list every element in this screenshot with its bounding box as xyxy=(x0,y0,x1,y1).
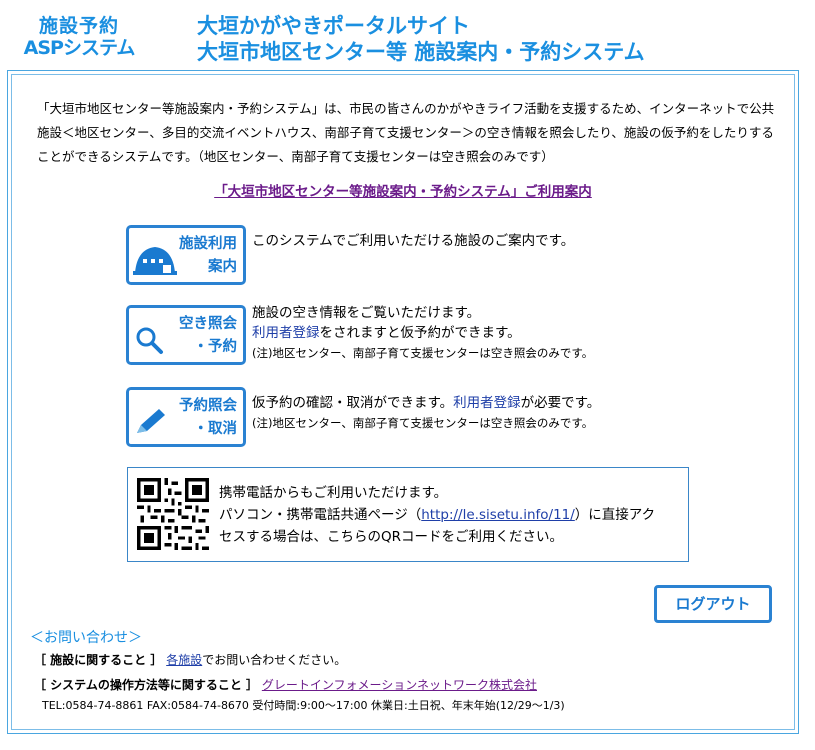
reservation-note: (注)地区センター、南部子育て支援センターは空き照会のみです。 xyxy=(252,416,594,430)
reservation-check-button[interactable]: 予約照会 ・取消 xyxy=(126,387,246,447)
magnifier-icon xyxy=(133,325,167,359)
facility-guide-desc: このシステムでご利用いただける施設のご案内です。 xyxy=(252,231,574,251)
main-frame: 「大垣市地区センター等施設案内・予約システム」は、市民の皆さんのかがやきライフ活… xyxy=(7,70,799,734)
facility-guide-label2: 案内 xyxy=(208,259,237,275)
user-registration-link[interactable]: 利用者登録 xyxy=(252,325,320,341)
availability-desc: 施設の空き情報をご覧いただけます。 利用者登録をされますと仮予約ができます。 (… xyxy=(252,303,593,363)
reservation-label2: ・取消 xyxy=(193,421,238,437)
each-facility-link[interactable]: 各施設 xyxy=(166,653,202,667)
logout-button[interactable]: ログアウト xyxy=(654,585,772,623)
mobile-line3: セスする場合は、こちらのQRコードをご利用ください。 xyxy=(219,529,564,545)
reservation-desc: 仮予約の確認・取消ができます。利用者登録が必要です。 (注)地区センター、南部子… xyxy=(252,393,600,433)
contact-row1-label: ［ 施設に関すること ］ xyxy=(34,653,163,667)
contact-heading: ＜お問い合わせ＞ xyxy=(30,630,142,646)
availability-reserve-button[interactable]: 空き照会 ・予約 xyxy=(126,305,246,365)
availability-desc2-rest: をされますと仮予約ができます。 xyxy=(319,325,521,341)
reservation-desc1-rest: が必要です。 xyxy=(520,395,601,411)
facility-guide-button[interactable]: 施設利用 案内 xyxy=(126,225,246,285)
contact-row2-label: ［ システムの操作方法等に関すること ］ xyxy=(34,678,258,692)
availability-desc1: 施設の空き情報をご覧いただけます。 xyxy=(252,305,481,321)
mobile-url-link[interactable]: http://le.sisetu.info/11/ xyxy=(421,507,575,523)
mobile-access-text: 携帯電話からもご利用いただけます。 パソコン・携帯電話共通ページ（http://… xyxy=(219,482,679,548)
system-logo: 施設予約 ASPシステム xyxy=(14,15,144,59)
contact-row-system: ［ システムの操作方法等に関すること ］ グレートインフォメーションネットワーク… xyxy=(34,676,537,693)
facility-guide-desc-text: このシステムでご利用いただける施設のご案内です。 xyxy=(252,233,575,249)
intro-text: 「大垣市地区センター等施設案内・予約システム」は、市民の皆さんのかがやきライフ活… xyxy=(37,101,775,164)
availability-label1: 空き照会 xyxy=(179,316,237,332)
qr-code-icon xyxy=(137,478,209,550)
main-panel: 「大垣市地区センター等施設案内・予約システム」は、市民の皆さんのかがやきライフ活… xyxy=(11,74,795,730)
mobile-line2-post: ）に直接アク xyxy=(574,507,656,523)
building-icon xyxy=(133,241,177,279)
availability-label2: ・予約 xyxy=(193,339,238,355)
portal-title: 大垣かがやきポータルサイト xyxy=(197,14,470,38)
system-title: 大垣市地区センター等 施設案内・予約システム xyxy=(197,40,645,64)
reservation-desc1-text: 仮予約の確認・取消ができます。 xyxy=(252,395,454,411)
mobile-access-box: 携帯電話からもご利用いただけます。 パソコン・携帯電話共通ページ（http://… xyxy=(127,467,689,562)
mobile-line1: 携帯電話からもご利用いただけます。 xyxy=(219,485,448,501)
mobile-line2-pre: パソコン・携帯電話共通ページ（ xyxy=(219,507,422,523)
mobile-line2: パソコン・携帯電話共通ページ（http://le.sisetu.info/11/… xyxy=(219,504,679,526)
user-registration-link-2[interactable]: 利用者登録 xyxy=(453,395,521,411)
facility-guide-label1: 施設利用 xyxy=(179,236,237,252)
availability-note: (注)地区センター、南部子育て支援センターは空き照会のみです。 xyxy=(252,346,594,360)
reservation-label1: 予約照会 xyxy=(179,398,237,414)
logo-line2: ASPシステム xyxy=(23,37,136,59)
reservation-desc1: 仮予約の確認・取消ができます。利用者登録が必要です。 xyxy=(252,393,600,413)
contact-row1-rest: でお問い合わせください。 xyxy=(202,653,347,667)
contact-row-facility: ［ 施設に関すること ］ 各施設でお問い合わせください。 xyxy=(34,651,346,668)
logo-line1: 施設予約 xyxy=(38,15,119,37)
page-title: 大垣かがやきポータルサイト 大垣市地区センター等 施設案内・予約システム xyxy=(197,13,645,65)
contact-tel-info: TEL:0584-74-8861 FAX:0584-74-8670 受付時間:9… xyxy=(42,699,565,712)
company-link[interactable]: グレートインフォメーションネットワーク株式会社 xyxy=(262,678,537,692)
pencil-icon xyxy=(133,407,169,441)
availability-desc2: 利用者登録をされますと仮予約ができます。 xyxy=(252,323,593,343)
usage-guide-link[interactable]: 「大垣市地区センター等施設案内・予約システム」ご利用案内 xyxy=(12,180,794,200)
